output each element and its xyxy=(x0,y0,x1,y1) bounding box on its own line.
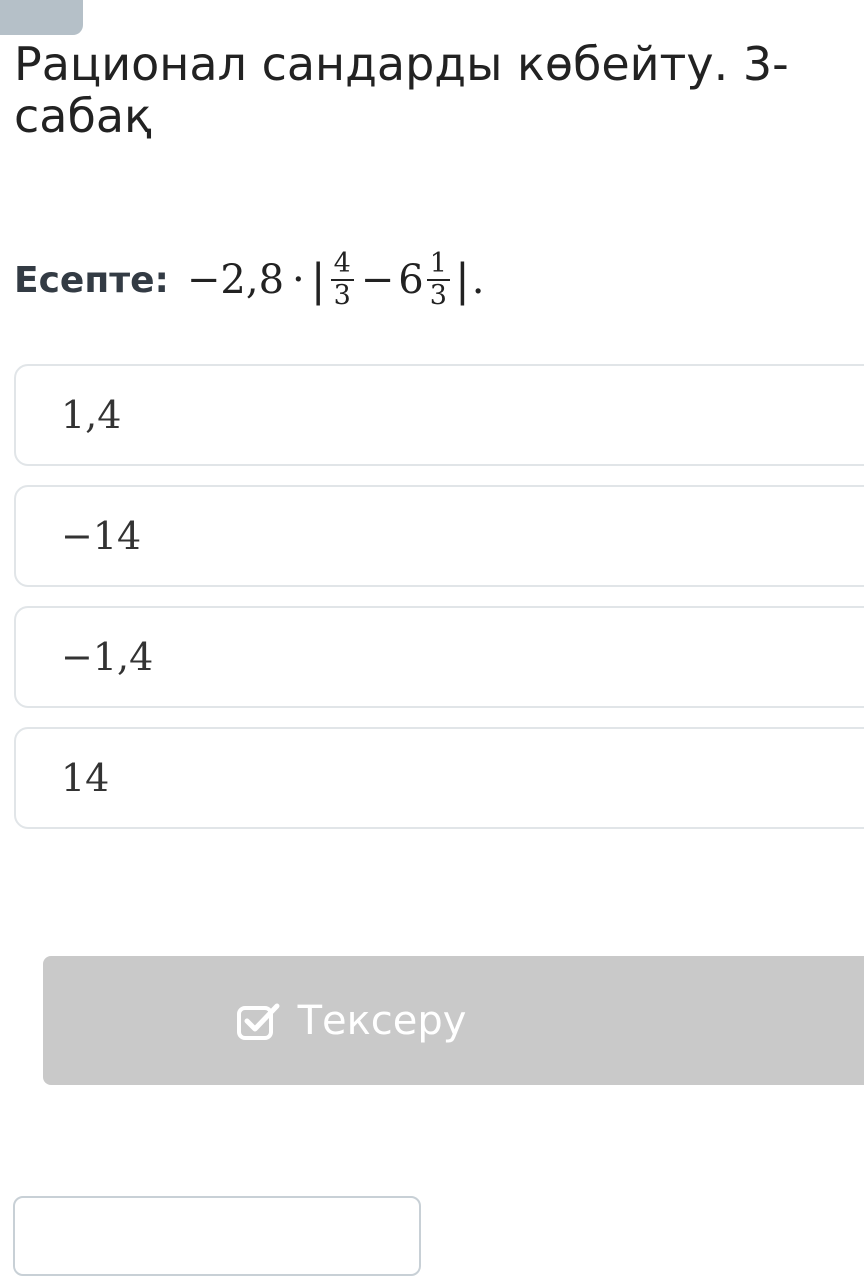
math-minus: − xyxy=(360,257,395,303)
question: Есепте: −2,8 · | 4 3 − 6 1 3 | . xyxy=(14,240,484,320)
answer-option-label: 1,4 xyxy=(61,393,122,437)
abs-bar-left: | xyxy=(310,254,326,306)
fraction-2-denominator: 3 xyxy=(429,280,447,311)
answer-option-label: −14 xyxy=(61,514,142,558)
fraction-1: 4 3 xyxy=(330,249,354,311)
math-period: . xyxy=(471,257,485,303)
fraction-2-numerator: 1 xyxy=(426,249,450,281)
math-expression: −2,8 · | 4 3 − 6 1 3 | . xyxy=(183,249,485,311)
math-factor: −2,8 xyxy=(186,257,285,303)
mixed-whole: 6 xyxy=(398,257,424,303)
check-button-label: Тексеру xyxy=(297,997,467,1044)
question-label: Есепте: xyxy=(14,259,169,301)
math-dot: · xyxy=(292,257,305,303)
answer-option[interactable]: −14 xyxy=(14,485,864,587)
check-button[interactable]: Тексеру xyxy=(43,956,864,1085)
answer-option[interactable]: 14 xyxy=(14,727,864,829)
top-tab[interactable] xyxy=(0,0,83,35)
fraction-1-denominator: 3 xyxy=(333,280,351,311)
answer-option-label: −1,4 xyxy=(61,635,154,679)
checkbox-check-icon xyxy=(236,1003,280,1040)
fraction-1-numerator: 4 xyxy=(330,249,354,281)
abs-bar-right: | xyxy=(454,254,470,306)
answer-option[interactable]: 1,4 xyxy=(14,364,864,466)
bottom-card[interactable] xyxy=(13,1196,421,1276)
fraction-2: 1 3 xyxy=(426,249,450,311)
lesson-title: Рационал сандарды көбейту. 3-сабақ xyxy=(14,37,789,143)
answer-option-label: 14 xyxy=(61,756,110,800)
answer-option[interactable]: −1,4 xyxy=(14,606,864,708)
